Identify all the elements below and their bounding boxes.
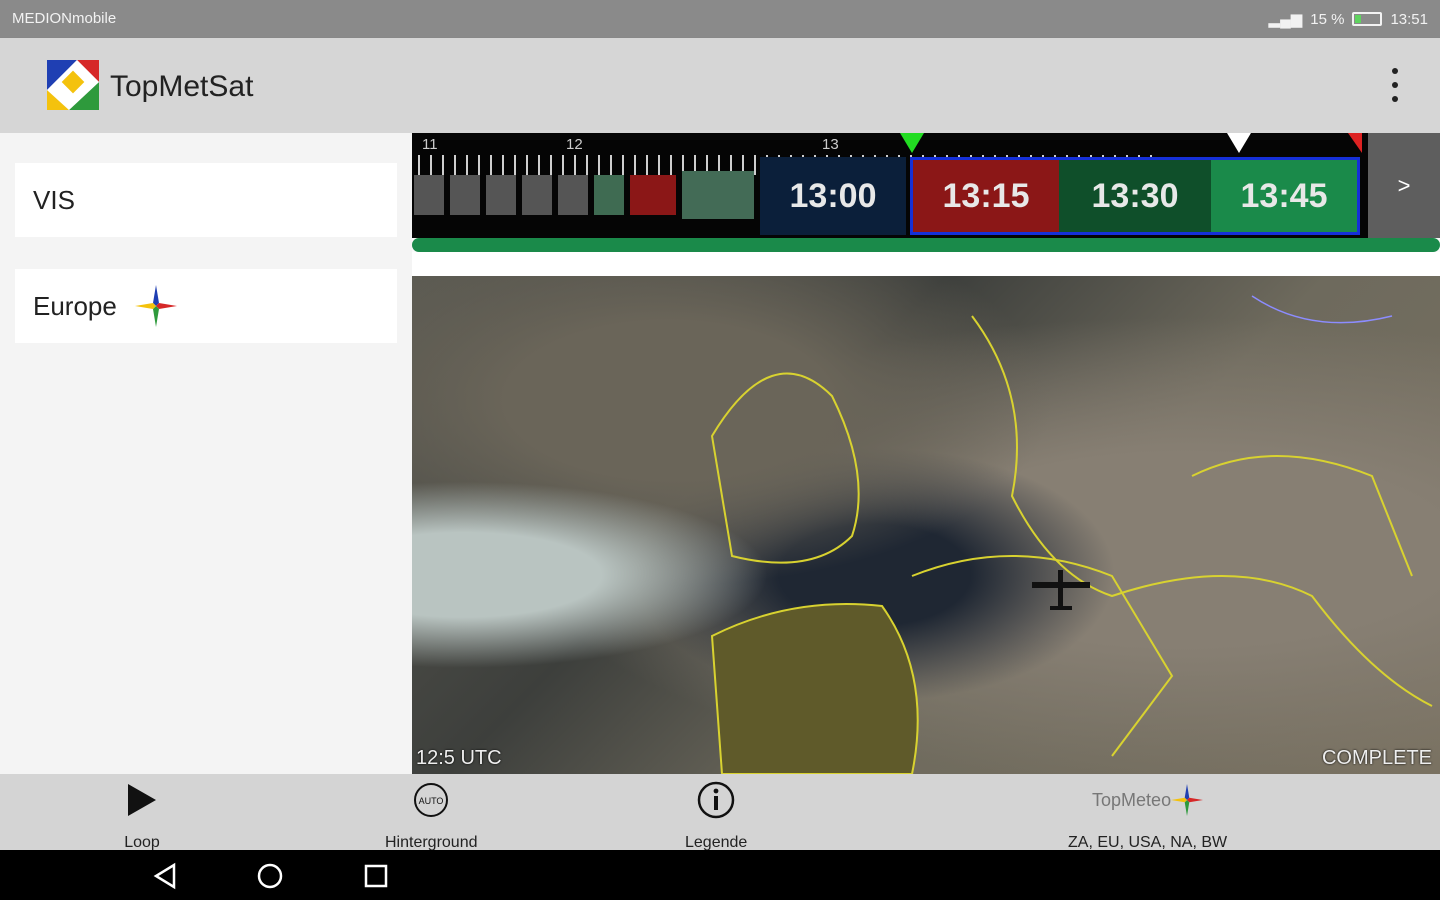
- svg-text:AUTO: AUTO: [419, 796, 444, 806]
- hour-label: 12: [566, 136, 583, 153]
- map-time-label: 12:5 UTC: [416, 747, 502, 769]
- clock: 13:51: [1390, 10, 1428, 28]
- progress-bar: [412, 238, 1440, 252]
- app-bar: TopMetSat: [0, 38, 1440, 133]
- frame-1330[interactable]: 13:30: [1062, 160, 1208, 232]
- satellite-map[interactable]: 12:5 UTC COMPLETE: [412, 276, 1440, 774]
- next-button[interactable]: >: [1368, 133, 1440, 238]
- channel-label: VIS: [33, 184, 75, 215]
- sidebar-item-region[interactable]: Europe: [15, 269, 397, 343]
- compass-star-icon: [1171, 784, 1204, 816]
- battery-icon: [1352, 12, 1383, 26]
- info-icon: [697, 781, 735, 819]
- carrier-name: MEDIONmobile: [12, 10, 117, 27]
- home-icon[interactable]: [256, 862, 284, 890]
- region-label: Europe: [33, 290, 117, 321]
- play-icon: [128, 784, 156, 816]
- selected-range[interactable]: 13:15 13:30 13:45: [910, 157, 1360, 235]
- back-icon[interactable]: [152, 862, 180, 890]
- app-logo-icon: [47, 60, 99, 110]
- time-slot[interactable]: [682, 171, 754, 219]
- loop-button[interactable]: Loop: [122, 780, 162, 852]
- time-slider[interactable]: 11 12 13 13:00 13:15 13:30 13:45 >: [412, 133, 1440, 238]
- overflow-menu-icon[interactable]: [1380, 68, 1410, 102]
- hour-label: 11: [422, 136, 438, 153]
- topmeteo-button[interactable]: TopMeteo ZA, EU, USA, NA, BW: [1068, 780, 1227, 852]
- frame-1345[interactable]: 13:45: [1211, 160, 1357, 232]
- bottom-toolbar: Loop AUTO Hinterground Legende TopMeteo …: [0, 774, 1440, 852]
- time-slot[interactable]: [522, 175, 552, 215]
- navigation-bar: [0, 850, 1440, 900]
- legend-button[interactable]: Legende: [685, 780, 747, 852]
- auto-refresh-icon: AUTO: [414, 783, 449, 817]
- sidebar: VIS Europe: [0, 133, 412, 774]
- time-slot[interactable]: [414, 175, 444, 215]
- time-slot[interactable]: [486, 175, 516, 215]
- recents-icon[interactable]: [362, 862, 390, 890]
- app-title: TopMetSat: [110, 70, 254, 103]
- status-icons: ▂▄▆ 15 % 13:51: [1268, 10, 1428, 29]
- map-status-label: COMPLETE: [1321, 747, 1432, 769]
- signal-icon: ▂▄▆: [1268, 11, 1303, 28]
- current-marker-icon: [1227, 133, 1251, 153]
- time-slot[interactable]: [450, 175, 480, 215]
- time-slot[interactable]: [594, 175, 624, 215]
- map-borders: [710, 295, 1433, 774]
- time-slot[interactable]: [558, 175, 588, 215]
- start-marker-icon: [900, 133, 924, 153]
- background-button[interactable]: AUTO Hinterground: [385, 780, 478, 852]
- end-marker-icon: [1348, 133, 1362, 153]
- airplane-icon: [1032, 570, 1090, 610]
- map-header-strip: [412, 252, 1440, 276]
- battery-percent: 15 %: [1310, 10, 1345, 28]
- time-slot[interactable]: [630, 175, 676, 215]
- compass-star-icon: [134, 285, 177, 327]
- hour-label: 13: [822, 136, 839, 153]
- frame-1300[interactable]: 13:00: [760, 157, 906, 235]
- brand-label: TopMeteo: [1092, 789, 1172, 810]
- frame-1315[interactable]: 13:15: [913, 160, 1059, 232]
- sidebar-item-channel[interactable]: VIS: [15, 163, 397, 237]
- status-bar: MEDIONmobile ▂▄▆ 15 % 13:51: [0, 0, 1440, 38]
